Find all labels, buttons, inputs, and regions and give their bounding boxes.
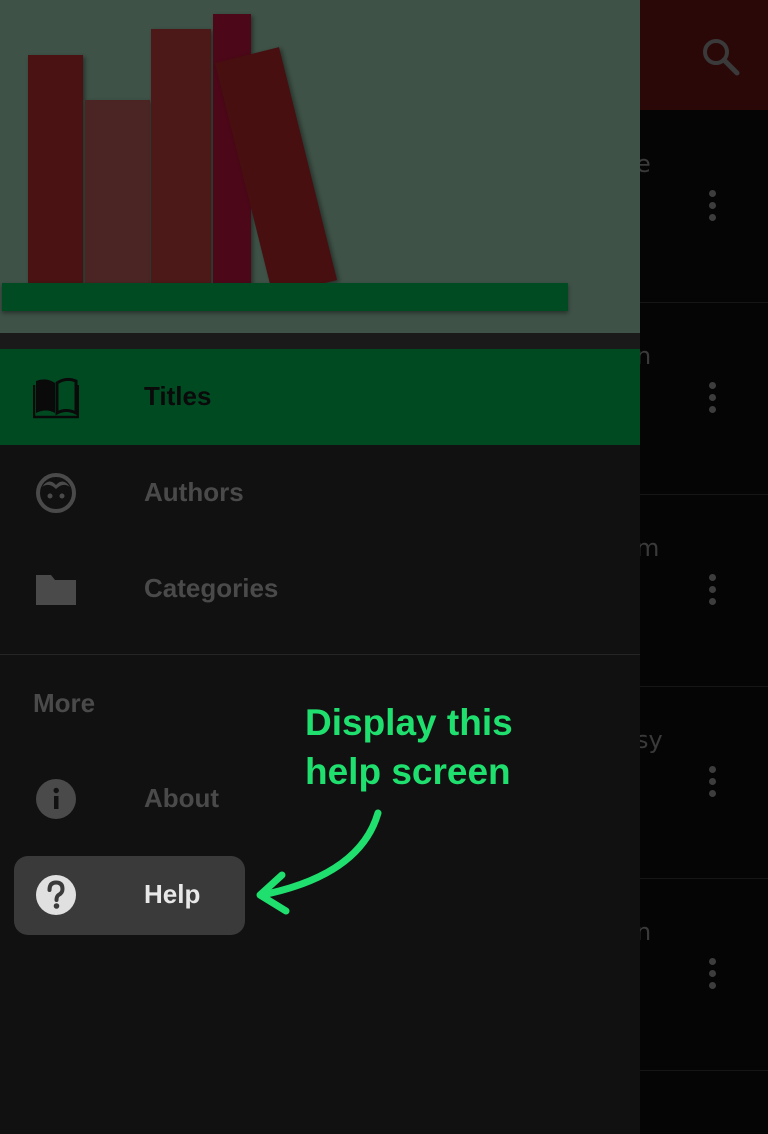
callout-arrow-icon: [256, 809, 382, 915]
header-spacer: [0, 333, 640, 349]
drawer-header-illustration: [0, 0, 640, 333]
book-illustration: [28, 55, 83, 290]
section-label-more: More: [33, 688, 96, 718]
help-icon: [36, 875, 76, 915]
info-icon: [36, 779, 76, 819]
book-illustration: [85, 100, 150, 290]
book-open-icon: [33, 377, 79, 419]
folder-icon: [36, 575, 76, 605]
nav-item-label: Categories: [144, 573, 279, 603]
book-illustration: [151, 29, 211, 290]
nav-item-authors[interactable]: Authors: [0, 445, 640, 541]
list-item-text-fragment: sy: [636, 726, 663, 754]
help-callout-text: Display this help screen: [305, 698, 635, 796]
navigation-drawer: Titles Authors Categories More About Hel…: [0, 0, 640, 1134]
callout-line: help screen: [305, 751, 511, 792]
nav-item-label: Help: [144, 879, 201, 909]
more-vert-icon[interactable]: [706, 574, 718, 610]
more-vert-icon[interactable]: [706, 958, 718, 994]
nav-item-label: Authors: [144, 477, 244, 507]
nav-item-categories[interactable]: Categories: [0, 541, 640, 637]
more-vert-icon[interactable]: [706, 382, 718, 418]
callout-line: Display this: [305, 702, 513, 743]
more-vert-icon[interactable]: [706, 190, 718, 226]
divider: [0, 654, 640, 655]
more-vert-icon[interactable]: [706, 766, 718, 802]
nav-item-titles[interactable]: Titles: [0, 349, 640, 445]
search-icon[interactable]: [700, 36, 740, 76]
face-icon: [36, 473, 76, 513]
nav-item-label: Titles: [144, 381, 212, 411]
shelf-illustration: [2, 283, 568, 311]
nav-item-label: About: [144, 783, 220, 813]
